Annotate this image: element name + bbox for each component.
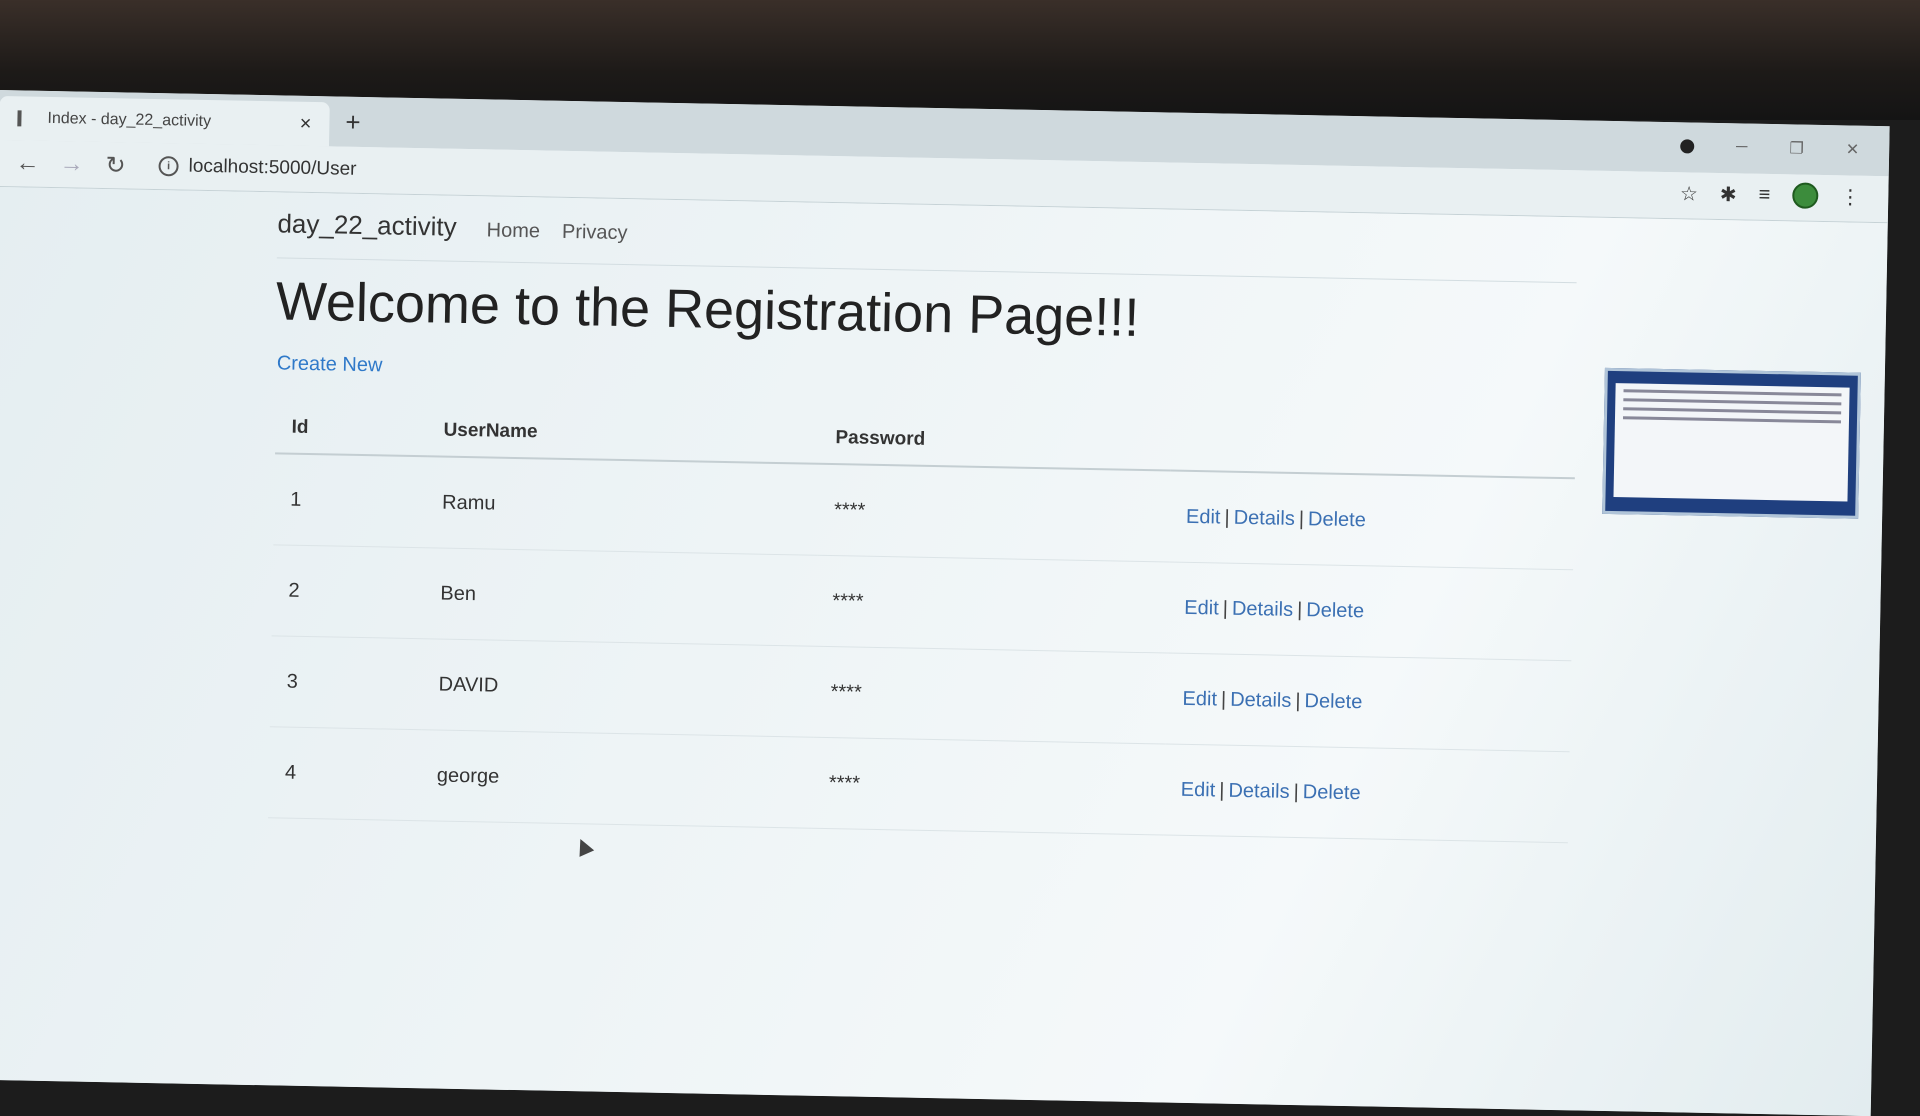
tab-close-button[interactable]: × [299,112,312,135]
minimize-icon[interactable]: ─ [1736,138,1748,156]
cell-id: 4 [268,726,422,821]
maximize-icon[interactable]: ❐ [1789,138,1804,158]
tab-favicon-icon [17,110,22,127]
details-link[interactable]: Details [1230,688,1292,711]
tab-title: Index - day_22_activity [47,109,212,131]
thumbnail-line [1623,398,1842,406]
mouse-cursor-icon [573,835,595,857]
delete-link[interactable]: Delete [1306,599,1364,622]
row-actions: Edit | Details | Delete [1167,562,1574,661]
create-new-link[interactable]: Create New [277,352,383,377]
thumbnail-preview [1613,383,1850,502]
delete-link[interactable]: Delete [1304,690,1362,713]
address-bar[interactable]: localhost:5000/User [188,156,356,181]
reading-list-icon[interactable]: ≡ [1758,183,1770,206]
star-icon[interactable]: ☆ [1680,181,1698,206]
row-actions: Edit | Details | Delete [1163,743,1570,843]
action-separator: | [1222,597,1229,620]
cell-username: george [420,729,814,829]
thumbnail-line [1623,389,1842,397]
details-link[interactable]: Details [1233,506,1295,529]
navbar-brand[interactable]: day_22_activity [277,208,457,242]
toolbar-actions: ☆ ✱ ≡ ⋮ [1680,180,1861,209]
close-window-icon[interactable]: ✕ [1846,139,1860,159]
cell-username: Ramu [425,456,819,556]
cell-password: **** [813,646,1168,744]
cell-username: Ben [423,547,818,647]
action-separator: | [1220,688,1227,711]
users-table: Id UserName Password 1 Ramu **** Edit | De… [268,402,1576,843]
cell-id: 1 [273,453,428,548]
edit-link[interactable]: Edit [1184,596,1219,619]
cell-id: 2 [271,544,426,639]
back-arrow-icon[interactable]: ← [12,149,43,178]
new-tab-button[interactable]: + [345,107,361,138]
thumbnail-line [1622,416,1841,424]
cell-username: DAVID [421,638,816,738]
tab-index[interactable]: Index - day_22_activity × [0,95,330,147]
column-header-id: Id [275,402,429,457]
edit-link[interactable]: Edit [1181,778,1216,801]
details-link[interactable]: Details [1228,779,1290,802]
nav-link-home[interactable]: Home [486,219,540,243]
reload-icon[interactable]: ↻ [100,150,131,180]
column-header-password: Password [818,412,1172,471]
profile-avatar[interactable] [1792,182,1819,209]
extensions-icon[interactable]: ✱ [1720,182,1737,207]
cell-password: **** [817,463,1171,563]
action-separator: | [1219,779,1225,802]
screen-share-thumbnail[interactable] [1602,367,1861,519]
page-title: Welcome to the Registration Page!!! [275,271,1140,348]
details-link[interactable]: Details [1232,597,1294,620]
cell-id: 3 [269,635,424,730]
window-controls: ─ ❐ ✕ [1680,136,1859,159]
edit-link[interactable]: Edit [1182,687,1217,710]
delete-link[interactable]: Delete [1303,781,1361,804]
cell-password: **** [815,555,1170,654]
row-actions: Edit | Details | Delete [1165,653,1572,752]
page-content: day_22_activity Home Privacy Welcome to … [0,186,1888,1116]
action-separator: | [1296,598,1303,621]
info-icon[interactable]: i [158,156,179,177]
site-navbar: day_22_activity Home Privacy [276,208,1578,284]
nav-link-privacy[interactable]: Privacy [562,221,628,245]
row-actions: Edit | Details | Delete [1169,470,1575,570]
action-separator: | [1298,507,1305,530]
action-separator: | [1224,506,1230,529]
menu-icon[interactable]: ⋮ [1840,184,1860,209]
edit-link[interactable]: Edit [1186,505,1221,528]
action-separator: | [1295,689,1301,712]
thumbnail-line [1623,407,1842,415]
column-header-username: UserName [427,405,820,464]
cell-password: **** [811,737,1166,835]
forward-arrow-icon[interactable]: → [56,150,87,179]
delete-link[interactable]: Delete [1308,508,1366,531]
action-separator: | [1293,780,1299,803]
browser-window: Index - day_22_activity × + ─ ❐ ✕ ← → ↻ … [0,90,1890,1116]
record-icon[interactable] [1680,139,1695,154]
column-header-actions [1170,419,1576,479]
